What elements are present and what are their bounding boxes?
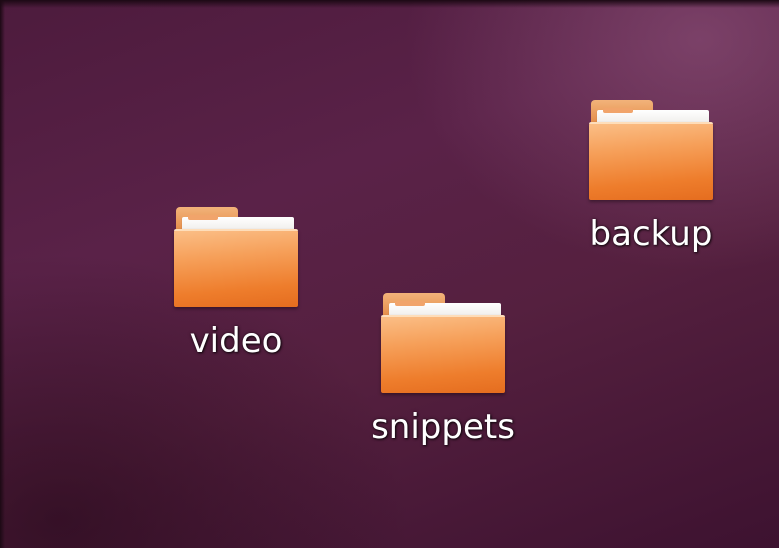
desktop-icon-video[interactable]: video	[151, 207, 321, 361]
desktop-icon-label: snippets	[371, 407, 515, 447]
desktop-icon-snippets[interactable]: snippets	[358, 293, 528, 447]
folder-icon	[589, 100, 713, 200]
desktop-background[interactable]: video snippets backup	[0, 0, 779, 548]
folder-icon	[381, 293, 505, 393]
window-left-edge	[0, 0, 5, 548]
desktop-icon-label: backup	[589, 214, 713, 254]
desktop-icon-backup[interactable]: backup	[566, 100, 736, 254]
desktop-icon-label: video	[189, 321, 283, 361]
folder-icon	[174, 207, 298, 307]
window-top-edge	[0, 0, 779, 8]
